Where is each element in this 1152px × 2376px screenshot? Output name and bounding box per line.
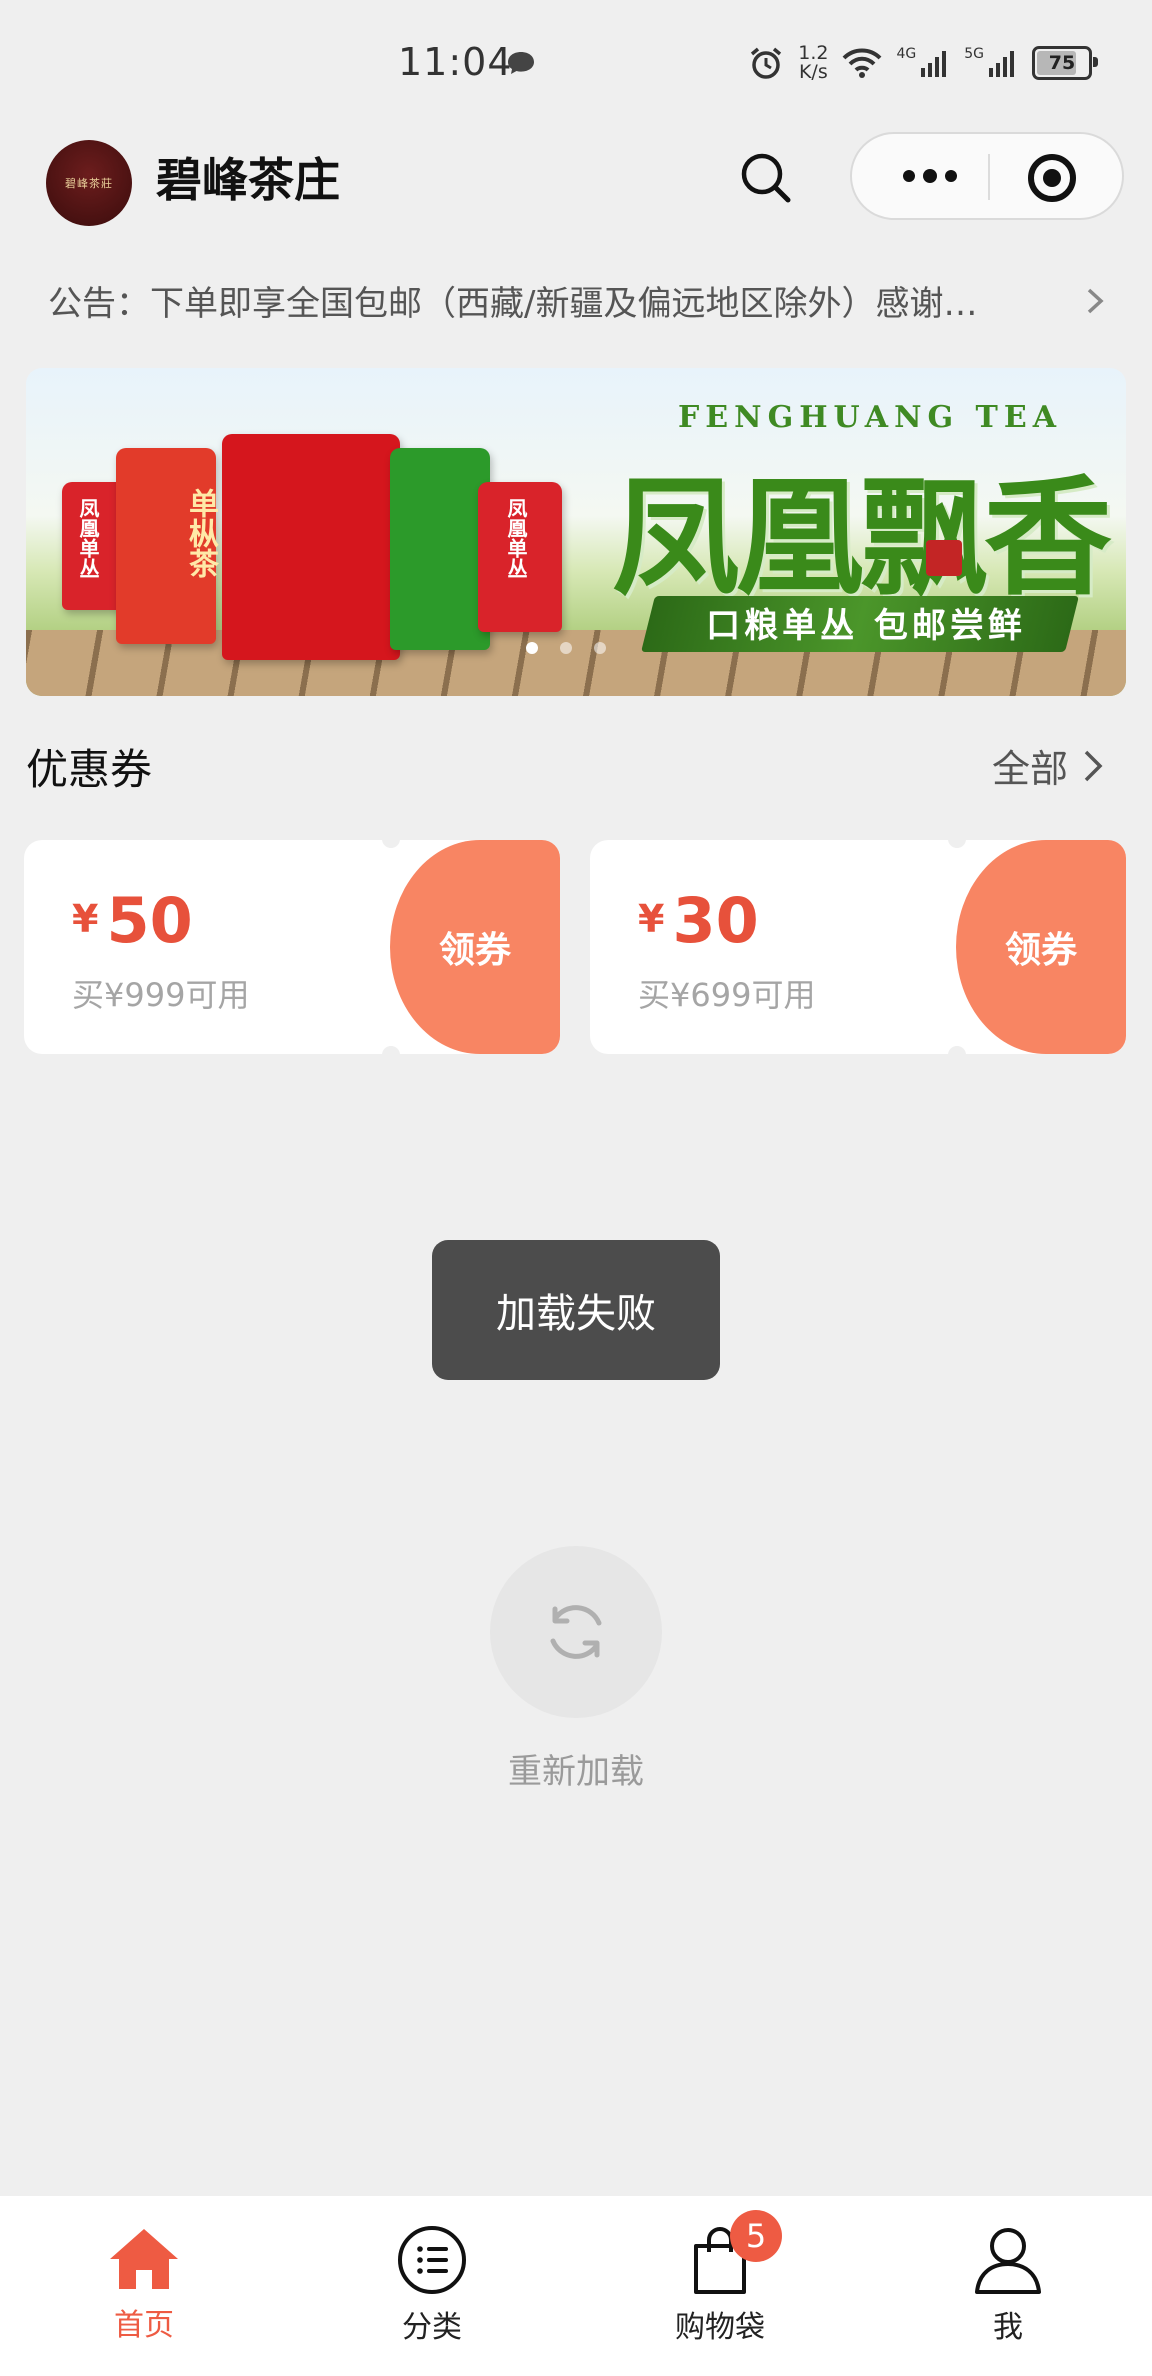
home-icon xyxy=(106,2224,182,2294)
chevron-right-icon xyxy=(1084,750,1103,781)
bag-icon: 5 xyxy=(682,2210,782,2296)
battery-level: 75 xyxy=(1048,52,1076,74)
banner-pager xyxy=(526,642,606,654)
pager-dot[interactable] xyxy=(526,642,538,654)
coupon-card: ¥50 买¥999可用 领券 xyxy=(24,840,560,1054)
error-toast: 加载失败 xyxy=(432,1240,720,1380)
refresh-icon xyxy=(550,1605,602,1659)
coupon-condition: 买¥999可用 xyxy=(72,976,250,1014)
close-miniprogram-button[interactable] xyxy=(1028,154,1076,202)
network-type-2: 5G xyxy=(964,46,984,62)
claim-coupon-button[interactable]: 领券 xyxy=(948,840,1126,1054)
seal-icon xyxy=(926,540,962,576)
tab-home[interactable]: 首页 xyxy=(44,2224,244,2344)
bag-label: 单枞茶 xyxy=(183,488,218,578)
shop-logo[interactable]: 碧峰茶莊 xyxy=(46,140,132,226)
search-icon[interactable] xyxy=(736,148,796,208)
signal-icon xyxy=(921,51,947,77)
message-icon xyxy=(508,52,534,74)
battery-icon: 75 xyxy=(1032,46,1098,80)
network-speed: 1.2 K/s xyxy=(798,44,828,82)
shop-name: 碧峰茶庄 xyxy=(156,153,340,207)
banner-subtitle: 口粮单丛 包邮尝鲜 xyxy=(706,606,1026,646)
tea-bag-image xyxy=(390,448,490,650)
coupon-condition: 买¥699可用 xyxy=(638,976,816,1014)
bottom-tab-bar: 首页 分类 5 购物袋 我 xyxy=(0,2196,1152,2376)
list-icon xyxy=(394,2224,470,2296)
status-icons: 1.2 K/s 4G 5G 75 xyxy=(748,38,1098,88)
app-header: 碧峰茶莊 碧峰茶庄 xyxy=(0,130,1152,230)
announcement-text: 下单即享全国包邮（西藏/新疆及偏远地区除外）感谢… xyxy=(150,283,978,324)
coupon-value: 30 xyxy=(672,884,759,957)
tab-me[interactable]: 我 xyxy=(908,2224,1108,2345)
reload-label[interactable]: 重新加载 xyxy=(426,1744,726,1793)
bag-label: 凤凰单丛 xyxy=(504,498,528,578)
tab-cart[interactable]: 5 购物袋 xyxy=(620,2210,820,2345)
coupon-view-all[interactable]: 全部 xyxy=(992,738,1104,793)
speed-unit: K/s xyxy=(798,61,828,83)
status-time: 11:04 xyxy=(398,40,513,84)
currency-symbol: ¥ xyxy=(638,897,665,941)
reload-button[interactable] xyxy=(490,1546,662,1718)
pager-dot[interactable] xyxy=(560,642,572,654)
miniprogram-capsule xyxy=(850,132,1124,220)
promo-banner[interactable]: 凤凰单丛 单枞茶 凤凰单丛 FENGHUANG TEA 凤凰飘香 口粮单丛 包邮… xyxy=(26,368,1126,696)
tab-label: 购物袋 xyxy=(675,2310,765,2345)
user-icon xyxy=(970,2224,1046,2296)
capsule-divider xyxy=(988,154,990,200)
coupon-card: ¥30 买¥699可用 领券 xyxy=(590,840,1126,1054)
cart-badge: 5 xyxy=(730,2210,782,2262)
banner-brand: FENGHUANG TEA xyxy=(678,400,1063,435)
announcement-bar[interactable]: 公告： 下单即享全国包邮（西藏/新疆及偏远地区除外）感谢… xyxy=(48,272,1108,328)
signal-icon xyxy=(989,51,1014,77)
view-all-label: 全部 xyxy=(991,747,1068,791)
claim-coupon-button[interactable]: 领券 xyxy=(382,840,560,1054)
coupon-section-title: 优惠券 xyxy=(26,745,153,794)
banner-title: 凤凰飘香 xyxy=(612,463,1112,613)
network-type-1: 4G xyxy=(896,46,917,62)
announcement-label: 公告： xyxy=(48,283,150,324)
tea-bag-image xyxy=(222,434,400,660)
tab-category[interactable]: 分类 xyxy=(332,2224,532,2345)
tab-label: 分类 xyxy=(402,2310,462,2345)
status-bar: 11:04 1.2 K/s 4G 5G 75 xyxy=(0,0,1152,130)
wifi-icon xyxy=(843,48,882,78)
logo-text: 碧峰茶莊 xyxy=(65,177,113,190)
coupon-value: 50 xyxy=(106,884,193,957)
pager-dot[interactable] xyxy=(594,642,606,654)
coupon-amount: ¥50 xyxy=(72,884,193,957)
tab-label: 我 xyxy=(993,2310,1023,2345)
more-menu-button[interactable] xyxy=(892,158,968,194)
coupon-amount: ¥30 xyxy=(638,884,759,957)
chevron-right-icon xyxy=(1087,288,1104,314)
alarm-icon xyxy=(751,47,782,79)
bag-label: 凤凰单丛 xyxy=(76,498,100,578)
tab-label: 首页 xyxy=(114,2308,174,2343)
currency-symbol: ¥ xyxy=(72,897,99,941)
